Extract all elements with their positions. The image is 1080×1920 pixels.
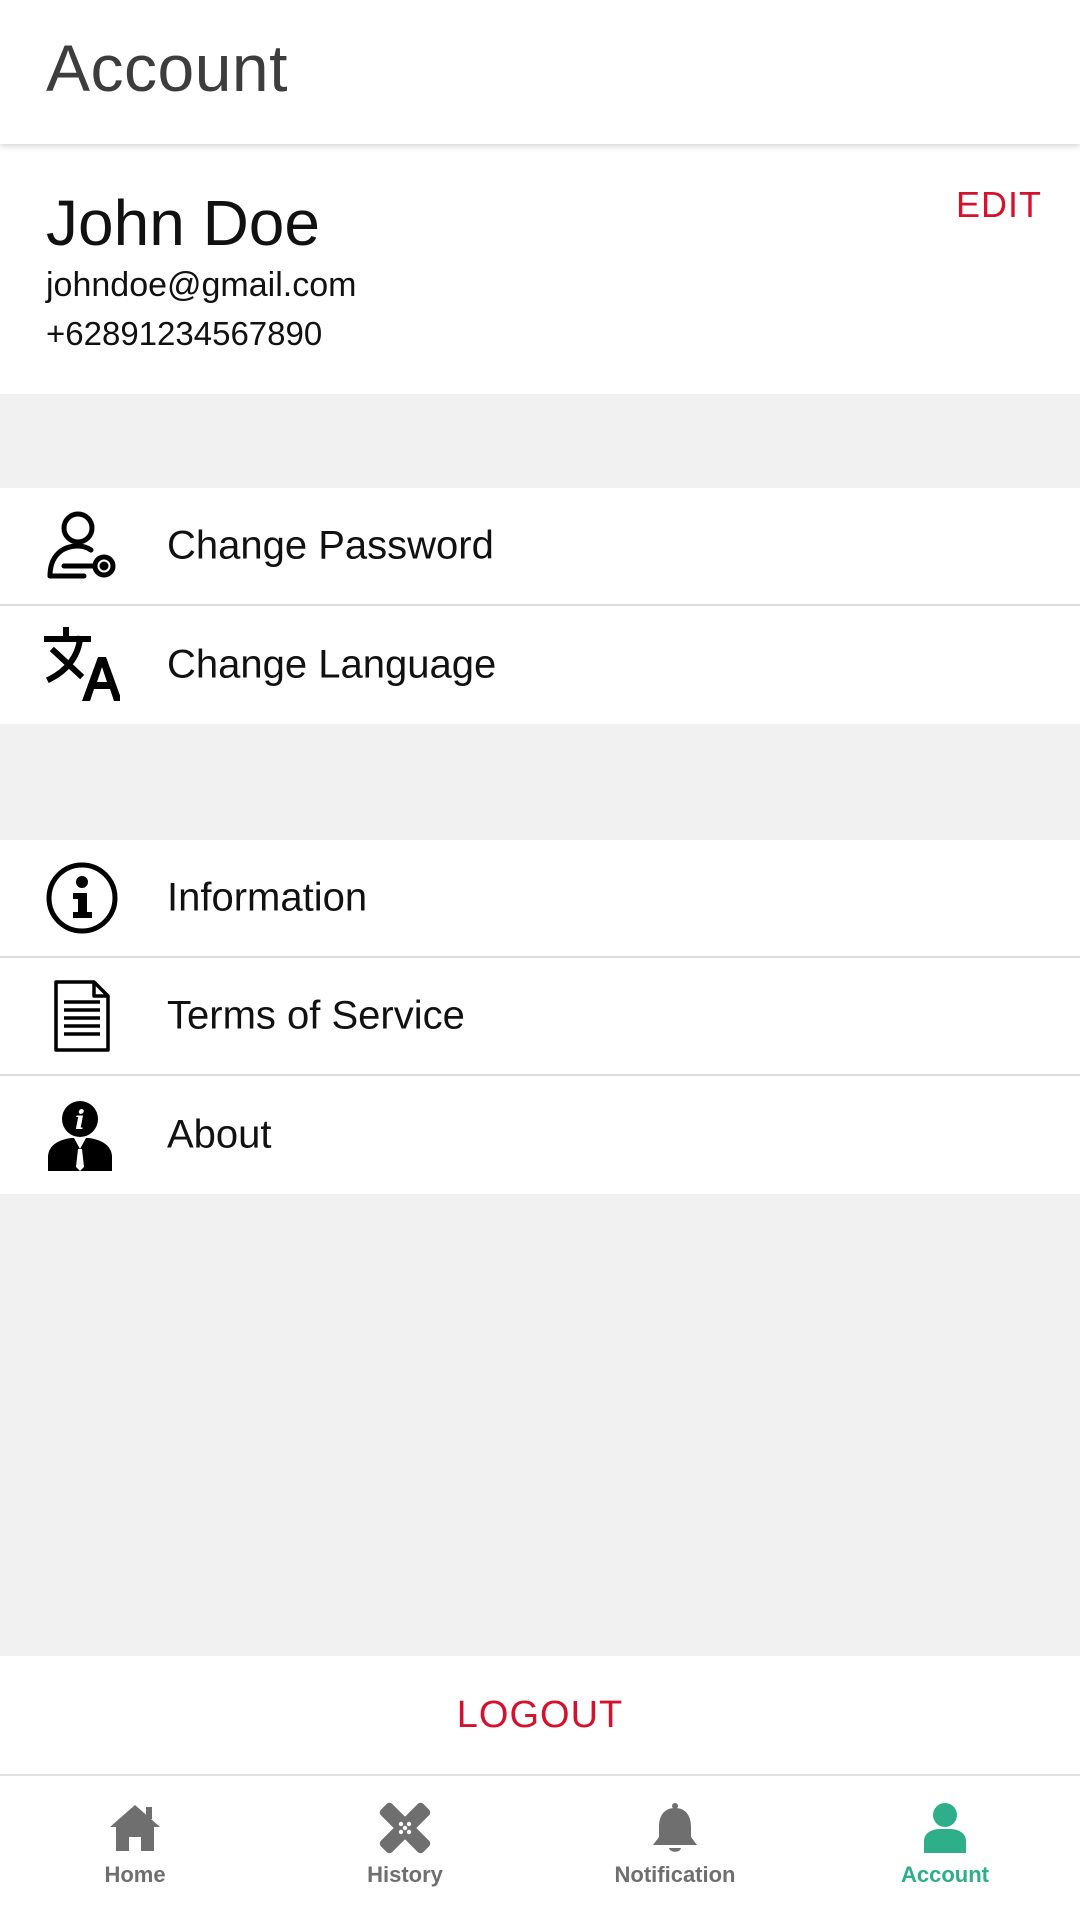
menu-item-about[interactable]: i About — [0, 1076, 1080, 1194]
logout-button[interactable]: LOGOUT — [457, 1694, 623, 1737]
logout-bar: LOGOUT — [0, 1656, 1080, 1774]
settings-group: Change Password Change Language — [0, 488, 1080, 724]
bell-icon — [647, 1800, 703, 1856]
nav-item-notification[interactable]: Notification — [540, 1776, 810, 1920]
nav-label: Notification — [614, 1862, 736, 1887]
page-title: Account — [46, 31, 288, 105]
menu-item-label: About — [167, 1112, 272, 1157]
profile-phone: +62891234567890 — [46, 315, 323, 352]
menu-item-change-language[interactable]: Change Language — [0, 606, 1080, 724]
menu-item-label: Information — [167, 875, 368, 920]
user-key-icon — [44, 508, 120, 584]
bandage-icon — [377, 1800, 433, 1856]
app-header: Account — [0, 0, 1080, 144]
bottom-navigation: Home History Notification Account — [0, 1774, 1080, 1920]
menu-item-terms-of-service[interactable]: Terms of Service — [0, 958, 1080, 1076]
document-icon — [44, 978, 120, 1054]
profile-email: johndoe@gmail.com — [46, 266, 357, 304]
menu-item-label: Change Language — [167, 642, 497, 687]
nav-item-account[interactable]: Account — [810, 1776, 1080, 1920]
nav-label: History — [367, 1862, 443, 1887]
info-circle-icon — [44, 860, 120, 936]
svg-text:i: i — [75, 1106, 85, 1136]
nav-label: Account — [901, 1862, 989, 1887]
nav-label: Home — [104, 1862, 166, 1887]
edit-profile-button[interactable]: EDIT — [956, 184, 1042, 226]
home-icon — [107, 1800, 163, 1856]
nav-item-home[interactable]: Home — [0, 1776, 270, 1920]
info-group: Information Terms of Service i About — [0, 840, 1080, 1194]
menu-item-label: Change Password — [167, 523, 494, 568]
menu-item-information[interactable]: Information — [0, 840, 1080, 958]
translate-icon — [44, 627, 120, 703]
menu-item-change-password[interactable]: Change Password — [0, 488, 1080, 606]
profile-card: John Doe johndoe@gmail.com +628912345678… — [0, 144, 1080, 394]
person-icon — [917, 1800, 973, 1856]
account-screen: Account John Doe johndoe@gmail.com +6289… — [0, 0, 1080, 1920]
profile-name: John Doe — [46, 187, 320, 259]
person-info-icon: i — [44, 1097, 120, 1173]
nav-item-history[interactable]: History — [270, 1776, 540, 1920]
menu-item-label: Terms of Service — [167, 993, 465, 1038]
